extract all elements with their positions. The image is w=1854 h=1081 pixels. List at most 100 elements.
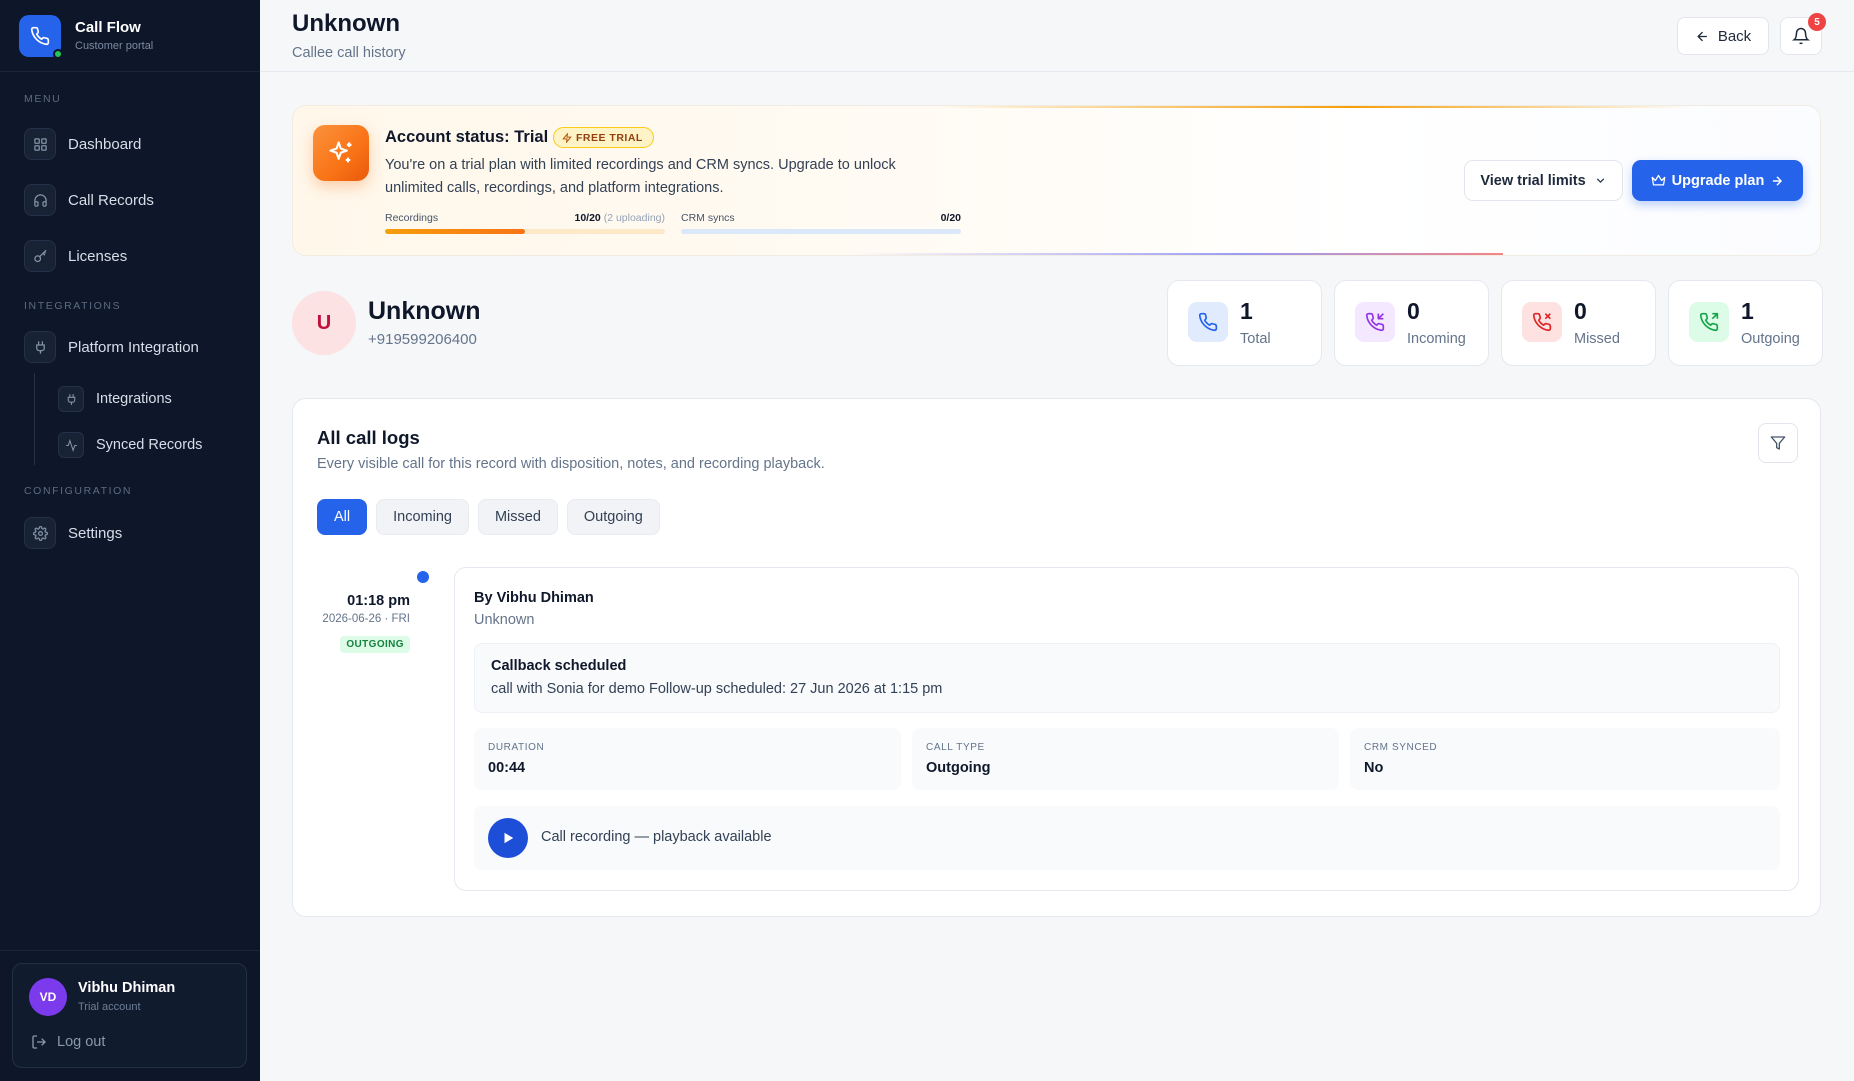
gear-icon xyxy=(24,517,56,549)
meta-value: No xyxy=(1364,760,1384,776)
sidebar-item-call-records[interactable]: Call Records xyxy=(24,184,154,216)
avatar[interactable]: VD xyxy=(29,978,67,1016)
recordings-meter: Recordings 10/20 (2 uploading) xyxy=(385,212,665,234)
stat-value: 0 xyxy=(1574,298,1587,324)
call-contact: Unknown xyxy=(474,612,535,628)
call-type-tabs: All Incoming Missed Outgoing xyxy=(317,499,669,535)
sidebar-item-label: Platform Integration xyxy=(68,338,199,356)
play-button[interactable] xyxy=(488,818,528,858)
user-role: Trial account xyxy=(78,1001,141,1013)
recordings-label: Recordings xyxy=(385,212,439,224)
arrow-left-icon xyxy=(1697,31,1707,41)
filter-icon xyxy=(1770,436,1786,450)
sidebar-item-label: Settings xyxy=(68,524,123,542)
sidebar-item-settings[interactable]: Settings xyxy=(24,517,122,549)
arrow-right-icon xyxy=(1773,175,1783,186)
meta-label: CRM SYNCED xyxy=(1364,742,1438,753)
trial-banner: Account status: Trial FREE TRIAL You're … xyxy=(292,105,1821,256)
brand[interactable]: Call Flow Customer portal xyxy=(0,0,260,72)
stat-label: Outgoing xyxy=(1741,331,1800,347)
stat-card-incoming: 0 Incoming xyxy=(1334,280,1489,366)
call-date: 2026-06-26 · FRI xyxy=(322,613,410,625)
stat-card-outgoing: 1 Outgoing xyxy=(1668,280,1823,366)
integrations-section-label: INTEGRATIONS xyxy=(24,300,122,312)
stat-card-total: 1 Total xyxy=(1167,280,1322,366)
sidebar: Call Flow Customer portal MENU Dashboard… xyxy=(0,0,260,1081)
disposition-title: Callback scheduled xyxy=(491,658,627,674)
recording-player: Call recording — playback available xyxy=(474,806,1780,870)
view-trial-limits-button[interactable]: View trial limits xyxy=(1464,160,1623,201)
trial-title: Account status: Trial xyxy=(385,128,549,146)
stat-label: Missed xyxy=(1574,331,1620,347)
menu-section-label: MENU xyxy=(24,93,62,105)
recordings-note: (2 uploading) xyxy=(603,212,665,224)
sidebar-item-platform-integration[interactable]: Platform Integration xyxy=(24,331,199,363)
logout-button[interactable]: Log out xyxy=(31,1034,105,1050)
top-header: Unknown Callee call history Back 5 xyxy=(260,0,1854,72)
user-name: Vibhu Dhiman xyxy=(78,980,176,996)
stat-label: Incoming xyxy=(1407,331,1466,347)
call-logs-subtitle: Every visible call for this record with … xyxy=(317,456,825,472)
user-card: VD Vibhu Dhiman Trial account Log out xyxy=(12,963,247,1068)
submenu-guide-line xyxy=(34,373,35,465)
key-icon xyxy=(24,240,56,272)
bell-icon xyxy=(1792,27,1810,45)
disposition-note: Callback scheduled call with Sonia for d… xyxy=(474,643,1780,713)
back-button[interactable]: Back xyxy=(1677,17,1769,55)
recording-label: Call recording — playback available xyxy=(541,829,772,845)
page-subtitle: Callee call history xyxy=(292,45,406,61)
app-subtitle: Customer portal xyxy=(75,40,154,52)
sidebar-item-licenses[interactable]: Licenses xyxy=(24,240,127,272)
crm-value: 0/20 xyxy=(940,212,961,224)
call-time: 01:18 pm xyxy=(347,593,410,609)
play-icon xyxy=(504,832,514,844)
phone-outgoing-icon xyxy=(1689,302,1729,342)
chevron-down-icon xyxy=(1596,178,1604,184)
decorative-line xyxy=(933,106,1693,108)
trial-description: You're on a trial plan with limited reco… xyxy=(385,157,896,196)
sidebar-item-label: Licenses xyxy=(68,247,128,265)
upgrade-plan-button[interactable]: Upgrade plan xyxy=(1632,160,1803,201)
sidebar-item-synced-records[interactable]: Synced Records xyxy=(58,432,202,458)
call-agent: By Vibhu Dhiman xyxy=(474,590,594,606)
sidebar-item-dashboard[interactable]: Dashboard xyxy=(24,128,141,160)
contact-name: Unknown xyxy=(368,297,481,325)
headphones-icon xyxy=(24,184,56,216)
call-log-entry: By Vibhu Dhiman Unknown Callback schedul… xyxy=(454,567,1799,891)
filter-button[interactable] xyxy=(1758,423,1798,463)
sidebar-item-label: Integrations xyxy=(96,391,172,407)
tab-outgoing[interactable]: Outgoing xyxy=(566,499,660,535)
phone-missed-icon xyxy=(1522,302,1562,342)
notifications-button[interactable]: 5 xyxy=(1780,13,1826,55)
sidebar-item-label: Synced Records xyxy=(96,437,203,453)
decorative-line xyxy=(853,253,1503,255)
sidebar-item-label: Dashboard xyxy=(68,135,142,153)
free-trial-badge: FREE TRIAL xyxy=(553,127,654,148)
timeline-dot xyxy=(417,571,429,583)
stat-value: 1 xyxy=(1240,298,1253,324)
upgrade-plan-label: Upgrade plan xyxy=(1671,172,1765,189)
tab-missed[interactable]: Missed xyxy=(477,499,558,535)
sidebar-item-integrations[interactable]: Integrations xyxy=(58,386,172,412)
contact-avatar: U xyxy=(292,291,356,355)
phone-icon xyxy=(1188,302,1228,342)
tab-incoming[interactable]: Incoming xyxy=(376,499,469,535)
recordings-progress-bar xyxy=(385,229,665,234)
logout-icon xyxy=(32,1035,46,1049)
plug-icon xyxy=(58,386,84,412)
crm-label: CRM syncs xyxy=(681,212,735,224)
meta-label: CALL TYPE xyxy=(926,742,985,753)
call-direction-badge: OUTGOING xyxy=(340,636,410,653)
contact-phone: +919599206400 xyxy=(368,331,477,348)
phone-logo-icon xyxy=(19,14,63,59)
stat-label: Total xyxy=(1240,331,1271,347)
tab-all[interactable]: All xyxy=(317,499,368,535)
grid-icon xyxy=(24,128,56,160)
call-logs-title: All call logs xyxy=(317,427,420,448)
crown-icon xyxy=(1651,174,1666,186)
free-trial-label: FREE TRIAL xyxy=(576,131,643,144)
online-status-dot xyxy=(53,48,63,59)
notification-badge: 5 xyxy=(1808,13,1826,31)
crm-meter: CRM syncs 0/20 xyxy=(681,212,961,234)
zap-icon xyxy=(562,132,572,143)
